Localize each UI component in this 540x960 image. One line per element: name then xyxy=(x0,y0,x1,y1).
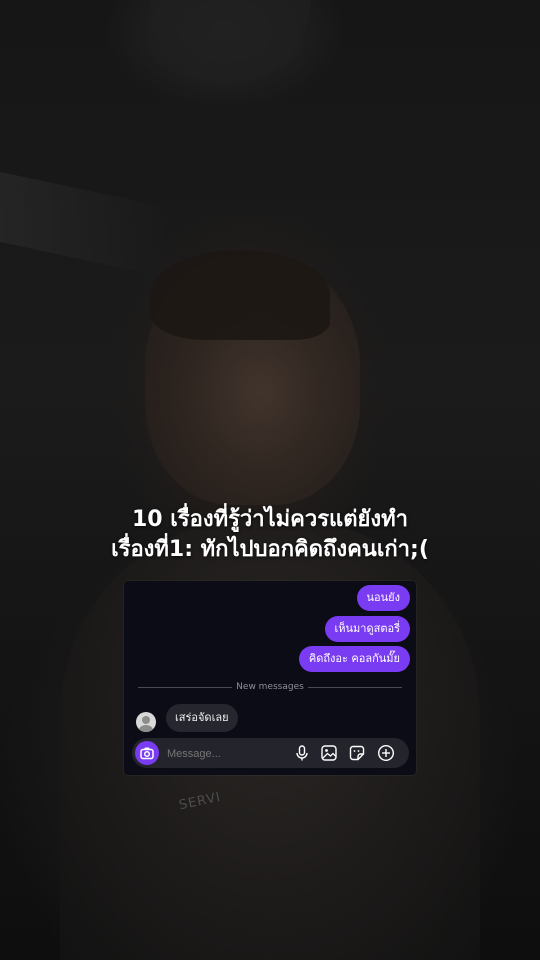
divider-label: New messages xyxy=(236,682,304,692)
new-messages-divider: New messages xyxy=(138,681,402,693)
gallery-icon[interactable] xyxy=(320,744,338,762)
chat-screenshot: นอนยัง เห็นมาดูสตอรี่ คิดถึงอะ คอลกันมั๊… xyxy=(124,581,416,775)
outgoing-message[interactable]: นอนยัง xyxy=(356,585,410,611)
camera-icon[interactable] xyxy=(135,741,159,765)
avatar-icon[interactable] xyxy=(136,712,156,732)
caption-line-1: 10 เรื่องที่รู้ว่าไม่ควรแต่ยังทำ xyxy=(132,507,408,532)
ceiling-lamp xyxy=(150,0,310,85)
message-composer xyxy=(132,738,409,770)
video-caption: 10 เรื่องที่รู้ว่าไม่ควรแต่ยังทำ เรื่องท… xyxy=(0,505,540,565)
caption-line-2: เรื่องที่1: ทักไปบอกคิดถึงคนเก่า;( xyxy=(111,537,429,562)
outgoing-message[interactable]: คิดถึงอะ คอลกันมั๊ย xyxy=(298,646,410,672)
incoming-message[interactable]: เสร่อจัดเลย xyxy=(166,704,238,732)
message-input[interactable] xyxy=(165,738,289,770)
wall-edge xyxy=(0,171,170,279)
sticker-icon[interactable] xyxy=(348,744,366,762)
microphone-icon[interactable] xyxy=(293,744,311,762)
video-background: SERVI xyxy=(0,0,540,960)
plus-circle-icon[interactable] xyxy=(377,744,395,762)
outgoing-message[interactable]: เห็นมาดูสตอรี่ xyxy=(324,616,410,642)
person-hair xyxy=(150,250,330,340)
